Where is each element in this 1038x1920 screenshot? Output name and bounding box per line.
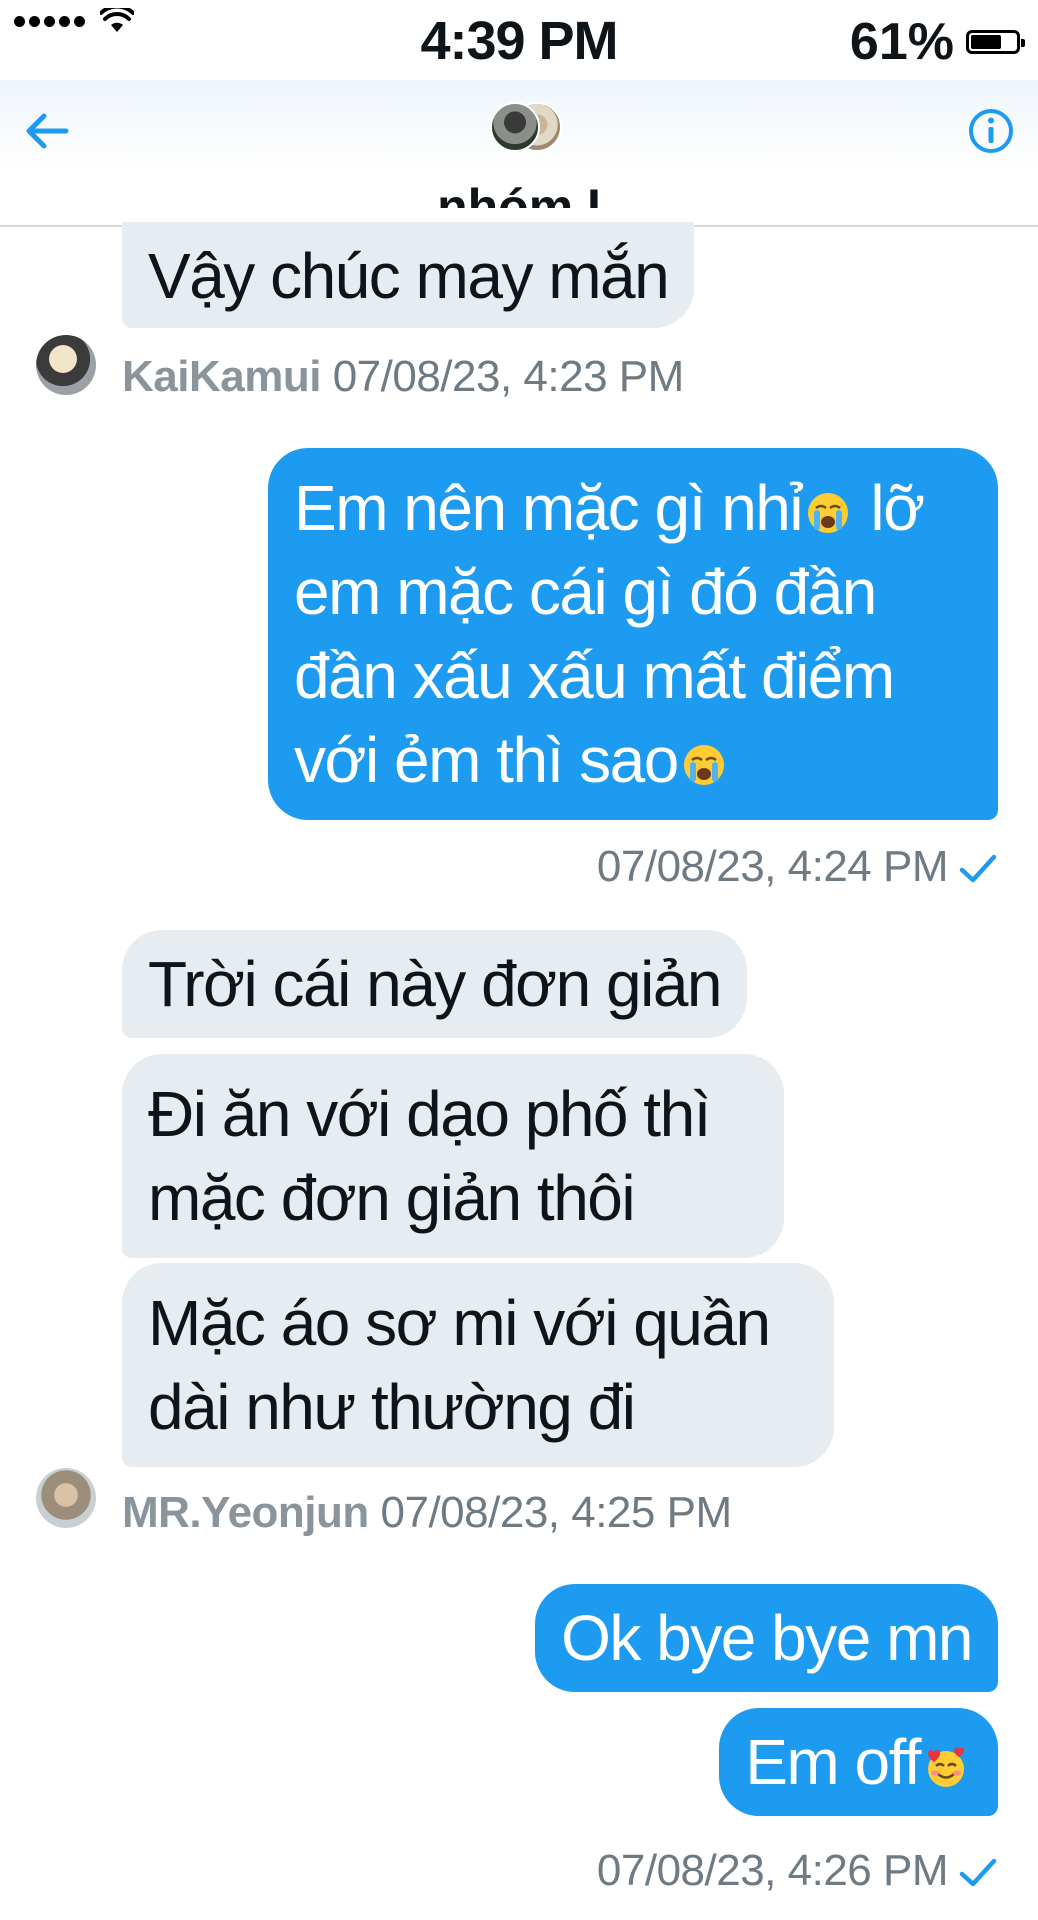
- message-text: Em nên mặc gì nhỉ: [294, 472, 804, 544]
- battery-percentage: 61%: [849, 13, 954, 71]
- message-text: em mặc cái gì đó đần: [294, 556, 877, 628]
- group-name[interactable]: nhóm I: [437, 182, 601, 208]
- avatar[interactable]: [36, 1468, 96, 1528]
- outgoing-message[interactable]: Ok bye bye mn: [535, 1584, 998, 1692]
- arrow-left-icon[interactable]: [22, 106, 72, 156]
- message-text: Em off: [745, 1726, 921, 1798]
- sender-name[interactable]: MR.Yeonjun: [122, 1488, 369, 1537]
- group-member-avatar: [490, 102, 540, 152]
- message-meta: KaiKamui 07/08/23, 4:23 PM: [122, 352, 684, 402]
- timestamp: 07/08/23, 4:23 PM: [332, 352, 685, 401]
- message-text: Trời cái này đơn giản: [148, 948, 723, 1020]
- message-text: lỡ: [870, 472, 925, 544]
- timestamp: 07/08/23, 4:24 PM: [596, 842, 949, 891]
- timestamp: 07/08/23, 4:25 PM: [380, 1488, 733, 1537]
- message-text: Ok bye bye mn: [561, 1602, 973, 1674]
- incoming-message[interactable]: Vậy chúc may mắn: [122, 222, 695, 328]
- message-meta: 07/08/23, 4:24 PM: [597, 842, 998, 892]
- avatar[interactable]: [36, 335, 96, 395]
- outgoing-message[interactable]: Em nên mặc gì nhỉ lỡ em mặc cái gì đó đầ…: [268, 448, 998, 820]
- message-text: với ẻm thì sao: [294, 724, 679, 796]
- check-icon: [959, 855, 997, 883]
- loudly-crying-face-emoji: [808, 493, 849, 534]
- message-meta: MR.Yeonjun 07/08/23, 4:25 PM: [122, 1488, 732, 1538]
- info-icon[interactable]: [966, 106, 1016, 156]
- incoming-message[interactable]: Đi ăn với dạo phố thì mặc đơn giản thôi: [122, 1054, 784, 1258]
- message-text: Vậy chúc may mắn: [148, 240, 670, 312]
- status-bar: 4:39 PM 61%: [0, 0, 1038, 80]
- timestamp: 07/08/23, 4:26 PM: [596, 1846, 949, 1895]
- check-icon: [959, 1859, 997, 1887]
- message-text: đần xấu xấu mất điểm: [294, 640, 895, 712]
- loudly-crying-face-emoji: [683, 745, 724, 786]
- battery-icon: [966, 30, 1025, 54]
- incoming-message[interactable]: Mặc áo sơ mi với quần dài như thường đi: [122, 1263, 834, 1467]
- smiling-face-with-hearts-emoji: [928, 1747, 964, 1788]
- message-text: dài như thường đi: [148, 1371, 636, 1443]
- sender-name[interactable]: KaiKamui: [122, 352, 321, 401]
- conversation-header: nhóm I: [0, 80, 1038, 227]
- message-meta: 07/08/23, 4:26 PM: [597, 1846, 998, 1896]
- message-text: Mặc áo sơ mi với quần: [148, 1287, 771, 1359]
- incoming-message[interactable]: Trời cái này đơn giản: [122, 930, 747, 1038]
- group-avatars[interactable]: [490, 102, 562, 154]
- message-text: Đi ăn với dạo phố thì: [148, 1078, 711, 1150]
- message-text: mặc đơn giản thôi: [148, 1162, 636, 1234]
- outgoing-message[interactable]: Em off: [719, 1708, 998, 1816]
